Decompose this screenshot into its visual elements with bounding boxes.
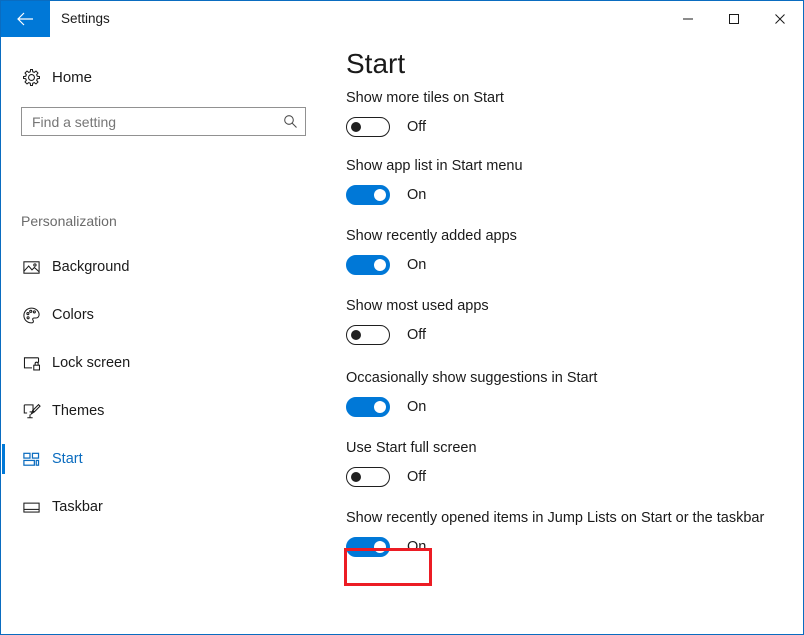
setting-label: Occasionally show suggestions in Start: [346, 368, 766, 388]
setting-show-most-used: Show most used apps Off: [346, 296, 766, 345]
toggle-show-most-used[interactable]: [346, 325, 390, 345]
search-box[interactable]: [21, 107, 306, 136]
toggle-use-start-full-screen[interactable]: [346, 467, 390, 487]
window-controls: [665, 1, 803, 37]
sidebar-item-label: Colors: [52, 307, 94, 323]
sidebar-item-label: Lock screen: [52, 355, 130, 371]
palette-icon: [19, 306, 43, 325]
toggle-row: Off: [346, 325, 766, 345]
minimize-button[interactable]: [665, 1, 711, 37]
toggle-state-label: Off: [407, 469, 426, 485]
setting-show-app-list: Show app list in Start menu On: [346, 156, 766, 205]
toggle-knob: [374, 189, 386, 201]
selection-indicator: [2, 444, 5, 474]
toggle-state-label: On: [407, 399, 426, 415]
sidebar-group-header: Personalization: [21, 213, 117, 229]
start-tiles-icon: [19, 450, 43, 469]
setting-show-more-tiles: Show more tiles on Start Off: [346, 88, 766, 137]
sidebar-item-colors[interactable]: Colors: [2, 291, 332, 339]
toggle-show-recently-added[interactable]: [346, 255, 390, 275]
setting-label: Show recently added apps: [346, 226, 766, 246]
toggle-knob: [374, 259, 386, 271]
picture-icon: [19, 258, 43, 277]
sidebar-item-taskbar[interactable]: Taskbar: [2, 483, 332, 531]
search-icon[interactable]: [275, 108, 305, 135]
sidebar-item-home[interactable]: Home: [2, 60, 302, 94]
toggle-state-label: On: [407, 257, 426, 273]
maximize-button[interactable]: [711, 1, 757, 37]
sidebar-item-themes[interactable]: Themes: [2, 387, 332, 435]
gear-icon: [19, 68, 43, 87]
sidebar-home-label: Home: [52, 69, 92, 86]
window-body: Home Personalization: [2, 38, 803, 634]
close-icon: [774, 13, 786, 25]
setting-label: Show app list in Start menu: [346, 156, 766, 176]
toggle-state-label: On: [407, 187, 426, 203]
minimize-icon: [682, 13, 694, 25]
setting-use-start-full-screen: Use Start full screen Off: [346, 438, 766, 487]
setting-show-suggestions: Occasionally show suggestions in Start O…: [346, 368, 766, 417]
selection-indicator: [2, 252, 5, 282]
window-title: Settings: [61, 1, 110, 37]
sidebar-item-label: Taskbar: [52, 499, 103, 515]
toggle-show-jump-lists[interactable]: [346, 537, 390, 557]
setting-show-recently-added: Show recently added apps On: [346, 226, 766, 275]
sidebar-item-start[interactable]: Start: [2, 435, 332, 483]
toggle-knob: [351, 122, 361, 132]
setting-show-jump-lists: Show recently opened items in Jump Lists…: [346, 508, 766, 557]
toggle-row: On: [346, 185, 766, 205]
taskbar-icon: [19, 498, 43, 517]
back-button[interactable]: [1, 1, 50, 37]
settings-window: Settings: [0, 0, 804, 635]
sidebar-item-lock-screen[interactable]: Lock screen: [2, 339, 332, 387]
title-bar: Settings: [1, 1, 803, 38]
sidebar: Home Personalization: [2, 38, 332, 634]
close-button[interactable]: [757, 1, 803, 37]
brush-icon: [19, 402, 43, 421]
toggle-state-label: Off: [407, 327, 426, 343]
lock-screen-icon: [19, 354, 43, 373]
content-pane: Show more tiles on Start Off Show app li…: [332, 38, 803, 634]
back-arrow-icon: [17, 12, 34, 26]
sidebar-nav-list: Background: [2, 243, 332, 531]
toggle-row: Off: [346, 117, 766, 137]
toggle-row: Off: [346, 467, 766, 487]
page-title: Start: [346, 46, 405, 84]
selection-indicator: [2, 348, 5, 378]
toggle-knob: [374, 401, 386, 413]
toggle-row: On: [346, 537, 766, 557]
toggle-row: On: [346, 255, 766, 275]
toggle-knob: [351, 472, 361, 482]
selection-indicator: [2, 396, 5, 426]
sidebar-item-label: Themes: [52, 403, 104, 419]
toggle-show-more-tiles[interactable]: [346, 117, 390, 137]
toggle-row: On: [346, 397, 766, 417]
toggle-knob: [374, 541, 386, 553]
toggle-show-app-list[interactable]: [346, 185, 390, 205]
toggle-show-suggestions[interactable]: [346, 397, 390, 417]
search-input[interactable]: [22, 108, 275, 135]
selection-indicator: [2, 300, 5, 330]
setting-label: Show most used apps: [346, 296, 766, 316]
setting-label: Use Start full screen: [346, 438, 766, 458]
sidebar-item-label: Background: [52, 259, 129, 275]
sidebar-item-label: Start: [52, 451, 83, 467]
toggle-state-label: Off: [407, 119, 426, 135]
toggle-state-label: On: [407, 539, 426, 555]
selection-indicator: [2, 492, 5, 522]
setting-label: Show more tiles on Start: [346, 88, 766, 108]
settings-scroll-area[interactable]: Show more tiles on Start Off Show app li…: [332, 38, 803, 634]
sidebar-item-background[interactable]: Background: [2, 243, 332, 291]
setting-label: Show recently opened items in Jump Lists…: [346, 508, 766, 528]
maximize-icon: [728, 13, 740, 25]
toggle-knob: [351, 330, 361, 340]
